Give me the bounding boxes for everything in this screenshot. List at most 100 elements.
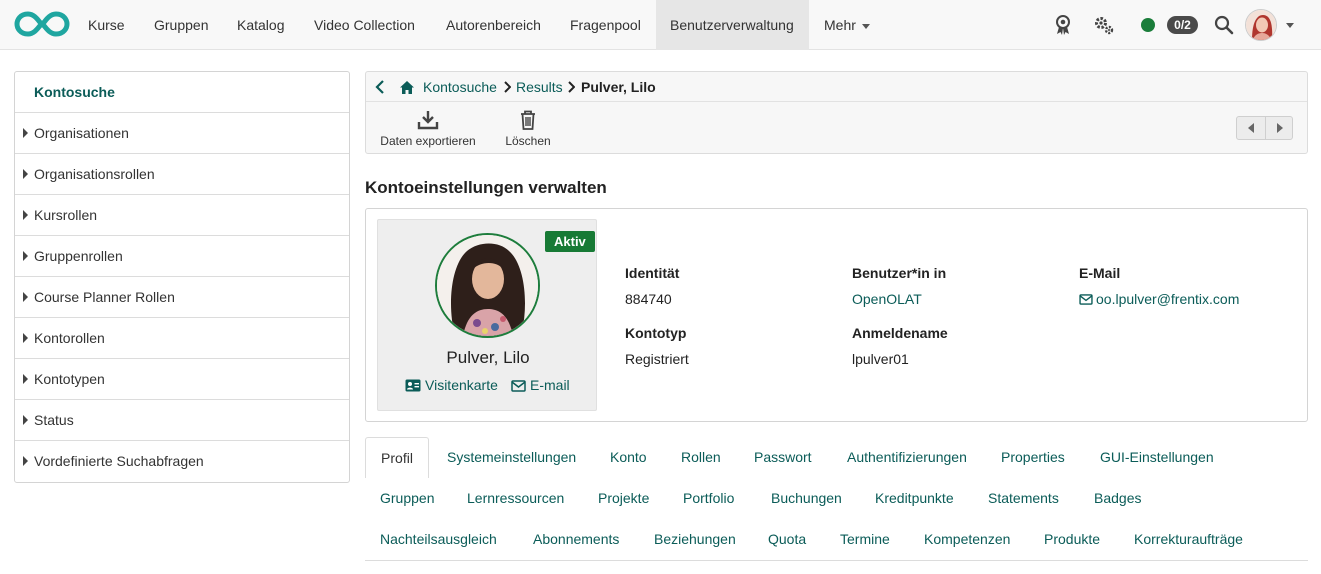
nav-courses[interactable]: Kurse	[88, 0, 125, 50]
tab-properties[interactable]: Properties	[1001, 437, 1065, 478]
user-in-organisation-link[interactable]: OpenOLAT	[852, 291, 922, 307]
tab-termine[interactable]: Termine	[840, 519, 890, 560]
tab-authentifizierungen[interactable]: Authentifizierungen	[847, 437, 967, 478]
tabs-divider	[365, 560, 1308, 561]
profile-photo	[437, 235, 538, 336]
chevron-right-icon	[568, 81, 575, 93]
user-avatar[interactable]	[1245, 9, 1277, 41]
tab-systemeinstellungen[interactable]: Systemeinstellungen	[447, 437, 576, 478]
account-type-label: Kontotyp	[625, 325, 687, 341]
tab-beziehungen[interactable]: Beziehungen	[654, 519, 736, 560]
profile-summary-panel: Aktiv Pulver, Lilo Visitenkarte E-mail I…	[365, 208, 1308, 422]
tab-passwort[interactable]: Passwort	[754, 437, 812, 478]
tab-buchungen[interactable]: Buchungen	[771, 478, 842, 519]
chevron-down-icon	[861, 23, 870, 29]
sidebar-item-course-planner-rollen[interactable]: Course Planner Rollen	[15, 277, 349, 318]
breadcrumb-current: Pulver, Lilo	[581, 79, 656, 95]
business-card-link[interactable]: Visitenkarte	[405, 377, 498, 393]
nav-question-pool[interactable]: Fragenpool	[570, 0, 641, 50]
gears-icon[interactable]	[1093, 14, 1115, 36]
tab-rollen[interactable]: Rollen	[681, 437, 721, 478]
top-navigation-bar: Kurse Gruppen Katalog Video Collection A…	[0, 0, 1321, 50]
previous-record-button[interactable]	[1237, 117, 1265, 139]
openolat-logo-icon[interactable]	[14, 10, 70, 38]
email-address-link[interactable]: oo.lpulver@frentix.com	[1079, 291, 1239, 307]
sidebar-item-label: Kursrollen	[34, 207, 98, 223]
tab-quota[interactable]: Quota	[768, 519, 806, 560]
triangle-right-icon	[1277, 123, 1283, 133]
toolbar-panel: Kontosuche Results Pulver, Lilo Daten ex…	[365, 71, 1308, 154]
online-status-indicator[interactable]	[1141, 18, 1155, 32]
caret-right-icon	[23, 292, 28, 302]
caret-right-icon	[23, 456, 28, 466]
sidebar-item-label: Gruppenrollen	[34, 248, 123, 264]
page-title: Kontoeinstellungen verwalten	[365, 178, 607, 197]
envelope-icon	[1079, 294, 1093, 305]
export-data-label: Daten exportieren	[380, 134, 476, 148]
chevron-down-icon[interactable]	[1286, 23, 1294, 28]
tab-korrekturauftraege[interactable]: Korrekturaufträge	[1134, 519, 1243, 560]
tab-konto[interactable]: Konto	[610, 437, 647, 478]
sidebar-navigation: Kontosuche Organisationen Organisationsr…	[14, 71, 350, 483]
download-icon	[417, 111, 439, 130]
tab-abonnements[interactable]: Abonnements	[533, 519, 619, 560]
sidebar-item-organisationen[interactable]: Organisationen	[15, 113, 349, 154]
sessions-count-badge[interactable]: 0/2	[1167, 16, 1198, 34]
breadcrumb-home-link[interactable]: Kontosuche	[423, 79, 497, 95]
record-pager	[1236, 116, 1293, 140]
chevron-left-icon[interactable]	[374, 80, 386, 94]
tab-profil[interactable]: Profil	[365, 437, 429, 478]
nav-groups[interactable]: Gruppen	[154, 0, 208, 50]
caret-right-icon	[23, 128, 28, 138]
login-name-value: lpulver01	[852, 351, 909, 367]
home-icon[interactable]	[399, 80, 415, 95]
tab-lernressourcen[interactable]: Lernressourcen	[467, 478, 564, 519]
tab-statements[interactable]: Statements	[988, 478, 1059, 519]
tab-kompetenzen[interactable]: Kompetenzen	[924, 519, 1010, 560]
caret-right-icon	[23, 169, 28, 179]
delete-button[interactable]: Löschen	[500, 110, 556, 148]
nav-user-management-label: Benutzerverwaltung	[670, 17, 794, 33]
tab-produkte[interactable]: Produkte	[1044, 519, 1100, 560]
tab-portfolio[interactable]: Portfolio	[683, 478, 734, 519]
email-label: E-Mail	[1079, 265, 1121, 281]
sidebar-item-kursrollen[interactable]: Kursrollen	[15, 195, 349, 236]
profile-email-link[interactable]: E-mail	[511, 377, 570, 393]
sidebar-item-vordefinierte-suchabfragen[interactable]: Vordefinierte Suchabfragen	[15, 441, 349, 482]
user-in-label: Benutzer*in in	[852, 265, 947, 281]
email-address-text: oo.lpulver@frentix.com	[1096, 291, 1240, 307]
sidebar-item-status[interactable]: Status	[15, 400, 349, 441]
breadcrumb-results-link[interactable]: Results	[516, 79, 563, 95]
tab-gui-einstellungen[interactable]: GUI-Einstellungen	[1100, 437, 1214, 478]
nav-author-area[interactable]: Autorenbereich	[446, 0, 541, 50]
profile-portrait	[435, 233, 540, 338]
tab-gruppen[interactable]: Gruppen	[380, 478, 434, 519]
nav-more-label: Mehr	[824, 17, 856, 33]
nav-video-collection[interactable]: Video Collection	[314, 0, 415, 50]
tab-projekte[interactable]: Projekte	[598, 478, 649, 519]
identity-label: Identität	[625, 265, 680, 281]
sidebar-item-kontorollen[interactable]: Kontorollen	[15, 318, 349, 359]
identity-value: 884740	[625, 291, 672, 307]
nav-more-dropdown[interactable]: Mehr	[824, 0, 870, 50]
nav-catalog[interactable]: Katalog	[237, 0, 284, 50]
sidebar-item-label: Status	[34, 412, 74, 428]
nav-user-management[interactable]: Benutzerverwaltung	[656, 0, 809, 50]
trash-icon	[521, 110, 535, 130]
sidebar-item-kontosuche[interactable]: Kontosuche	[15, 72, 349, 113]
tab-kreditpunkte[interactable]: Kreditpunkte	[875, 478, 954, 519]
export-data-button[interactable]: Daten exportieren	[380, 110, 476, 148]
sidebar-item-label: Organisationen	[34, 125, 129, 141]
search-icon[interactable]	[1213, 14, 1235, 36]
sidebar-item-label: Organisationsrollen	[34, 166, 155, 182]
sidebar-item-kontotypen[interactable]: Kontotypen	[15, 359, 349, 400]
business-card-label: Visitenkarte	[425, 377, 498, 393]
sidebar-item-gruppenrollen[interactable]: Gruppenrollen	[15, 236, 349, 277]
sidebar-item-organisationsrollen[interactable]: Organisationsrollen	[15, 154, 349, 195]
tab-nachteilsausgleich[interactable]: Nachteilsausgleich	[380, 519, 497, 560]
triangle-left-icon	[1248, 123, 1254, 133]
tab-badges[interactable]: Badges	[1094, 478, 1141, 519]
next-record-button[interactable]	[1266, 117, 1294, 139]
caret-right-icon	[23, 251, 28, 261]
award-icon[interactable]	[1052, 14, 1074, 36]
